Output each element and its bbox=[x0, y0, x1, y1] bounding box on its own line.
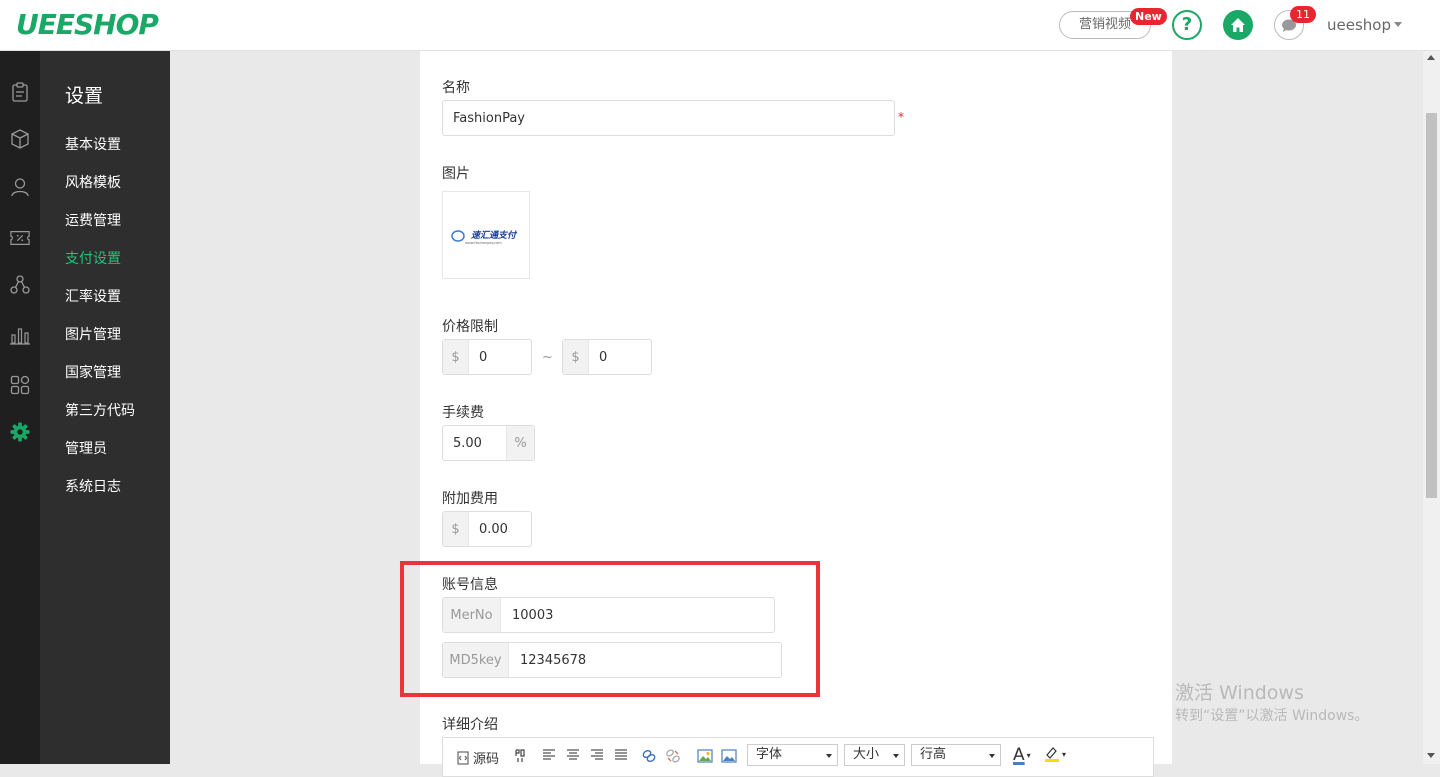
sidebar-item-admins[interactable]: 管理员 bbox=[65, 438, 107, 458]
sidebar-title: 设置 bbox=[65, 85, 104, 107]
source-button[interactable]: 源码 bbox=[455, 748, 499, 767]
name-input[interactable]: FashionPay bbox=[442, 100, 895, 136]
currency-prefix: $ bbox=[443, 512, 469, 546]
highlight-color-icon[interactable]: ▾ bbox=[1043, 745, 1066, 763]
fee-input[interactable]: 5.00 % bbox=[442, 425, 535, 461]
bar-chart-icon[interactable] bbox=[10, 325, 30, 345]
username[interactable]: ueeshop bbox=[1327, 16, 1391, 34]
extra-fee-input[interactable]: $ 0.00 bbox=[442, 511, 532, 547]
extra-fee-value: 0.00 bbox=[479, 521, 508, 537]
fashionpay-logo: 速汇通支付 www.fashionpay.com bbox=[451, 230, 518, 245]
unlink-icon[interactable] bbox=[665, 748, 681, 764]
multi-image-icon[interactable] bbox=[721, 748, 737, 764]
detail-label: 详细介绍 bbox=[442, 717, 498, 733]
align-justify-icon[interactable] bbox=[613, 748, 629, 762]
name-label: 名称 bbox=[442, 80, 470, 96]
price-max-value: 0 bbox=[599, 349, 608, 365]
align-center-icon[interactable] bbox=[565, 748, 581, 762]
payment-logo-image[interactable]: 速汇通支付 www.fashionpay.com bbox=[442, 191, 530, 279]
new-badge: New bbox=[1130, 8, 1167, 25]
sidebar-item-system-log[interactable]: 系统日志 bbox=[65, 476, 121, 496]
icon-rail bbox=[0, 51, 40, 764]
font-color-icon[interactable]: A ▾ bbox=[1013, 745, 1031, 765]
top-bar: UEESHOP 营销视频 New ? 11 ueeshop bbox=[0, 0, 1440, 51]
percent-suffix: % bbox=[506, 426, 534, 460]
highlight-box bbox=[400, 561, 820, 697]
clipboard-icon[interactable] bbox=[10, 82, 30, 102]
format-painter-icon[interactable] bbox=[513, 748, 527, 764]
logo[interactable]: UEESHOP bbox=[16, 8, 159, 41]
currency-prefix: $ bbox=[563, 340, 589, 374]
rich-text-editor-toolbar: 源码 字体 大小 行高 A ▾ ▾ bbox=[442, 737, 1154, 777]
fee-label: 手续费 bbox=[442, 405, 484, 421]
image-icon[interactable] bbox=[697, 748, 713, 764]
message-count-badge: 11 bbox=[1290, 6, 1316, 23]
sidebar-item-countries[interactable]: 国家管理 bbox=[65, 362, 121, 382]
nodes-icon[interactable] bbox=[10, 275, 30, 295]
price-limit-label: 价格限制 bbox=[442, 319, 498, 335]
currency-prefix: $ bbox=[443, 340, 469, 374]
scroll-down-icon[interactable] bbox=[1427, 753, 1435, 758]
page-scrollbar[interactable] bbox=[1423, 51, 1440, 764]
scrollbar-thumb[interactable] bbox=[1426, 113, 1437, 498]
sidebar-item-theme-templates[interactable]: 风格模板 bbox=[65, 172, 121, 192]
sidebar-item-shipping[interactable]: 运费管理 bbox=[65, 210, 121, 230]
sidebar-item-images[interactable]: 图片管理 bbox=[65, 324, 121, 344]
logo-subtext: www.fashionpay.com bbox=[465, 241, 502, 245]
fee-value: 5.00 bbox=[453, 435, 482, 451]
price-min-input[interactable]: $ 0 bbox=[442, 339, 532, 375]
apps-icon[interactable] bbox=[10, 375, 30, 395]
sidebar-item-payment-settings[interactable]: 支付设置 bbox=[65, 248, 121, 268]
box-icon[interactable] bbox=[10, 129, 30, 149]
sidebar-item-exchange-rate[interactable]: 汇率设置 bbox=[65, 286, 121, 306]
font-size-select[interactable]: 大小 bbox=[844, 744, 905, 766]
range-separator: ~ bbox=[542, 350, 553, 365]
sidebar-item-third-party-code[interactable]: 第三方代码 bbox=[65, 400, 135, 420]
source-icon bbox=[457, 750, 469, 765]
discount-icon[interactable] bbox=[10, 228, 30, 248]
align-right-icon[interactable] bbox=[589, 748, 605, 762]
name-input-value: FashionPay bbox=[453, 110, 525, 126]
price-min-value: 0 bbox=[479, 349, 488, 365]
scroll-up-icon[interactable] bbox=[1427, 55, 1435, 60]
required-mark: * bbox=[898, 110, 904, 124]
gear-icon[interactable] bbox=[10, 422, 30, 442]
logo-text: 速汇通支付 bbox=[471, 230, 518, 241]
source-label: 源码 bbox=[473, 752, 500, 767]
image-label: 图片 bbox=[442, 166, 470, 182]
font-color-glyph: A bbox=[1013, 745, 1025, 765]
font-family-select[interactable]: 字体 bbox=[747, 744, 838, 766]
line-height-select[interactable]: 行高 bbox=[911, 744, 1001, 766]
home-icon[interactable] bbox=[1223, 10, 1253, 40]
link-icon[interactable] bbox=[641, 748, 657, 764]
user-icon[interactable] bbox=[10, 177, 30, 197]
price-max-input[interactable]: $ 0 bbox=[562, 339, 652, 375]
align-left-icon[interactable] bbox=[541, 748, 557, 762]
windows-activation-hint: 转到“设置”以激活 Windows。 bbox=[1175, 708, 1369, 724]
windows-activation-watermark: 激活 Windows bbox=[1175, 682, 1304, 704]
extra-fee-label: 附加费用 bbox=[442, 491, 498, 507]
help-icon[interactable]: ? bbox=[1172, 10, 1202, 40]
sidebar-item-basic-settings[interactable]: 基本设置 bbox=[65, 134, 121, 154]
chevron-down-icon[interactable] bbox=[1394, 22, 1402, 27]
